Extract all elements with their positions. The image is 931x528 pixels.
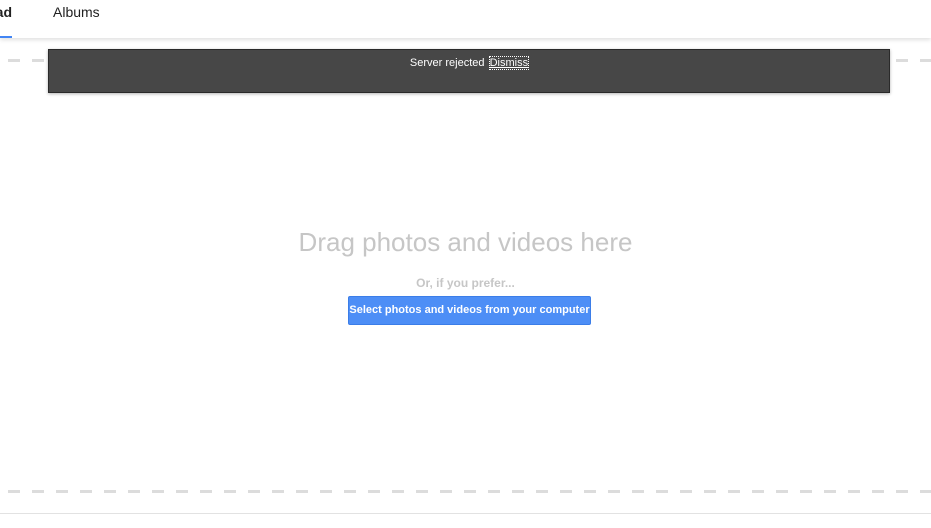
tab-upload[interactable]: ad <box>0 0 12 38</box>
tab-upload-label: ad <box>0 4 12 20</box>
error-snackbar: Server rejected Dismiss <box>48 49 890 93</box>
snackbar-message: Server rejected <box>409 57 485 69</box>
select-files-button[interactable]: Select photos and videos from your compu… <box>348 296 591 325</box>
drag-title: Drag photos and videos here <box>298 227 633 257</box>
top-nav: ad Albums <box>0 0 931 38</box>
active-tab-indicator <box>0 36 12 38</box>
dropzone-border-bottom <box>8 490 931 493</box>
tab-albums[interactable]: Albums <box>53 0 100 38</box>
prefer-text: Or, if you prefer... <box>416 276 515 290</box>
dismiss-link[interactable]: Dismiss <box>488 56 530 70</box>
tab-albums-label: Albums <box>53 4 100 20</box>
divider <box>0 513 931 514</box>
